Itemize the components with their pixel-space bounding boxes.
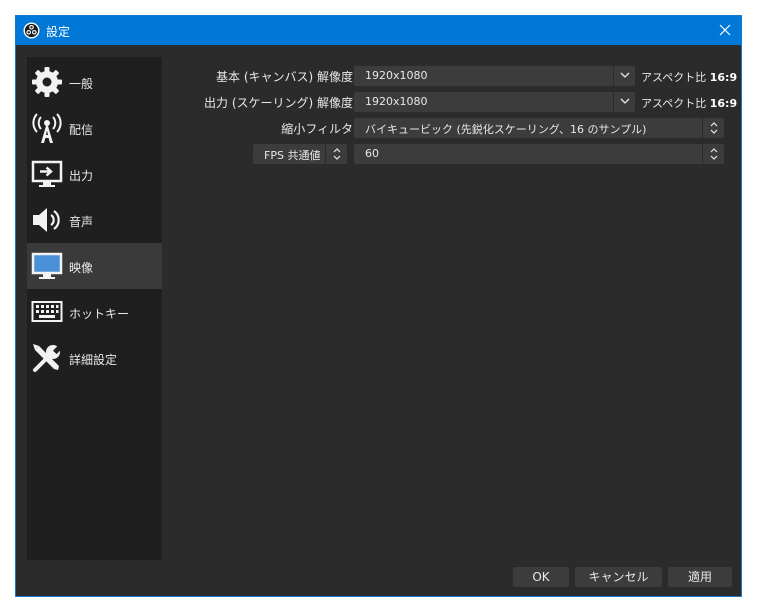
fps-type-combo[interactable]: FPS 共通値 — [253, 144, 347, 164]
fps-value-dropdown-button[interactable] — [702, 144, 724, 164]
base-resolution-value: 1920x1080 — [365, 69, 428, 82]
sidebar-item-label: 配信 — [69, 123, 94, 137]
speaker-icon — [33, 208, 60, 232]
gear-icon — [32, 67, 62, 97]
settings-sidebar: 一般 配信 出力 音声 映像 ホットキー 詳細設定 — [27, 57, 162, 560]
title-bar: 設定 — [16, 16, 741, 45]
sidebar-item-advanced[interactable]: 詳細設定 — [27, 335, 162, 381]
sidebar-item-output[interactable]: 出力 — [27, 151, 162, 197]
window-title: 設定 — [46, 25, 71, 39]
cancel-button[interactable]: キャンセル — [575, 567, 662, 587]
video-settings-panel: 基本 (キャンバス) 解像度 1920x1080 アスペクト比 16:9 出力 … — [171, 57, 737, 560]
keyboard-icon — [31, 301, 63, 322]
sidebar-item-label: 一般 — [69, 77, 94, 91]
apply-button[interactable]: 適用 — [668, 567, 732, 587]
sidebar-item-label: 音声 — [69, 215, 94, 229]
tools-icon — [33, 344, 63, 372]
base-aspect-value: 16:9 — [709, 71, 738, 84]
base-aspect-label: アスペクト比 — [641, 71, 707, 84]
sidebar-item-hotkeys[interactable]: ホットキー — [27, 289, 162, 335]
updown-chevron-icon — [710, 122, 718, 134]
downscale-filter-label: 縮小フィルタ — [281, 122, 353, 136]
fps-type-dropdown-button[interactable] — [325, 144, 347, 164]
downscale-filter-dropdown-button[interactable] — [702, 118, 724, 138]
base-resolution-dropdown-button[interactable] — [613, 66, 635, 86]
sidebar-item-stream[interactable]: 配信 — [27, 105, 162, 151]
sidebar-item-general[interactable]: 一般 — [27, 59, 162, 105]
base-resolution-combo[interactable]: 1920x1080 — [354, 66, 635, 86]
monitor-icon — [31, 252, 63, 279]
broadcast-antenna-icon — [32, 113, 62, 143]
base-aspect-ratio: アスペクト比 16:9 — [641, 69, 737, 85]
sidebar-item-label: ホットキー — [69, 307, 130, 321]
close-icon — [719, 24, 731, 36]
sidebar-item-audio[interactable]: 音声 — [27, 197, 162, 243]
output-resolution-label: 出力 (スケーリング) 解像度 — [204, 96, 353, 110]
obs-logo-icon — [23, 22, 40, 39]
settings-window: 設定 一般 配信 出力 音声 映像 ホットキー 詳細設定 基本 (キャンバス) … — [15, 15, 742, 597]
updown-chevron-icon — [333, 148, 341, 160]
sidebar-item-label: 詳細設定 — [69, 353, 118, 367]
sidebar-item-label: 出力 — [69, 169, 94, 183]
output-resolution-dropdown-button[interactable] — [613, 92, 635, 112]
output-resolution-combo[interactable]: 1920x1080 — [354, 92, 635, 112]
downscale-filter-value: バイキュービック (先鋭化スケーリング、16 のサンプル) — [365, 123, 647, 136]
output-aspect-value: 16:9 — [709, 97, 738, 110]
fps-value: 60 — [365, 147, 379, 160]
downscale-filter-combo[interactable]: バイキュービック (先鋭化スケーリング、16 のサンプル) — [354, 118, 724, 138]
fps-type-value: FPS 共通値 — [264, 149, 321, 162]
ok-button[interactable]: OK — [513, 567, 569, 587]
chevron-down-icon — [620, 98, 630, 104]
updown-chevron-icon — [710, 148, 718, 160]
output-aspect-ratio: アスペクト比 16:9 — [641, 95, 737, 111]
fps-value-combo[interactable]: 60 — [354, 144, 724, 164]
sidebar-item-label: 映像 — [69, 261, 94, 275]
sidebar-item-video[interactable]: 映像 — [27, 243, 162, 289]
output-aspect-label: アスペクト比 — [641, 97, 707, 110]
output-resolution-value: 1920x1080 — [365, 95, 428, 108]
close-button[interactable] — [709, 16, 741, 45]
chevron-down-icon — [620, 72, 630, 78]
base-resolution-label: 基本 (キャンバス) 解像度 — [216, 70, 353, 84]
monitor-output-icon — [31, 160, 63, 187]
